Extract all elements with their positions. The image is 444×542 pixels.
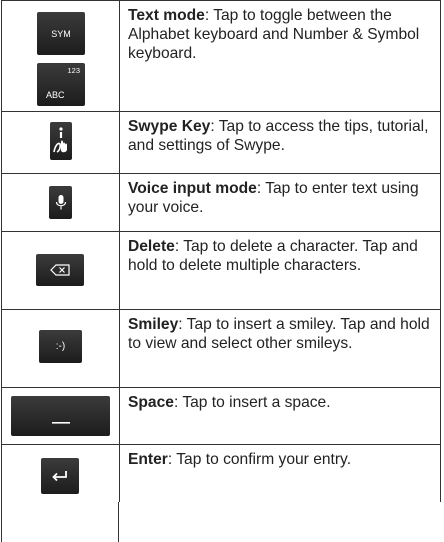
- abc-key-label: ABC: [46, 90, 65, 100]
- table-row-swype-key: Swype Key: Tap to access the tips, tutor…: [1, 111, 441, 174]
- abc-key-sub-label: 123: [67, 66, 80, 75]
- table-row-text-mode: SYM 123 ABC Text mode: Tap to toggle bet…: [1, 0, 441, 112]
- table-row-smiley: :-) Smiley: Tap to insert a smiley. Tap …: [1, 309, 441, 388]
- row-description: : Tap to insert a space.: [173, 394, 331, 411]
- row-title: Space: [128, 394, 174, 411]
- abc-key: 123 ABC: [37, 63, 85, 106]
- text-cell: Smiley: Tap to insert a smiley. Tap and …: [119, 309, 441, 388]
- sym-key-label: SYM: [51, 28, 71, 39]
- sym-key: SYM: [37, 12, 85, 55]
- row-title: Delete: [128, 238, 175, 255]
- text-cell: Delete: Tap to delete a character. Tap a…: [119, 231, 441, 310]
- text-cell: Swype Key: Tap to access the tips, tutor…: [119, 111, 441, 174]
- table-row-enter: Enter: Tap to confirm your entry.: [1, 444, 441, 502]
- spacebar-icon: [11, 396, 110, 436]
- row-description: : Tap to confirm your entry.: [167, 451, 352, 468]
- text-cell: Space: Tap to insert a space.: [119, 387, 441, 445]
- backspace-icon: [36, 254, 84, 286]
- table-row-voice-input: Voice input mode: Tap to enter text usin…: [1, 173, 441, 232]
- icon-cell: SYM 123 ABC: [1, 0, 120, 112]
- table-continuation: [1, 501, 119, 542]
- row-title: Enter: [128, 451, 168, 468]
- row-title: Voice input mode: [128, 180, 257, 197]
- table-row-space: Space: Tap to insert a space.: [1, 387, 441, 445]
- text-cell: Voice input mode: Tap to enter text usin…: [119, 173, 441, 232]
- row-title: Swype Key: [128, 118, 211, 135]
- text-cell: Enter: Tap to confirm your entry.: [119, 444, 441, 502]
- icon-cell: [1, 173, 120, 232]
- icon-cell: :-): [1, 309, 120, 388]
- icon-cell: [1, 387, 120, 445]
- row-title: Smiley: [128, 316, 179, 333]
- icon-cell: [1, 231, 120, 310]
- smiley-key-label: :-): [55, 341, 66, 352]
- enter-arrow-icon: [41, 458, 79, 494]
- smiley-key: :-): [39, 330, 82, 363]
- swype-info-icon: [50, 122, 72, 160]
- text-cell: Text mode: Tap to toggle between the Alp…: [119, 0, 441, 112]
- table-row-delete: Delete: Tap to delete a character. Tap a…: [1, 231, 441, 310]
- microphone-icon: [49, 186, 72, 219]
- icon-cell: [1, 111, 120, 174]
- icon-cell: [1, 444, 120, 502]
- key-reference-table: SYM 123 ABC Text mode: Tap to toggle bet…: [1, 0, 441, 502]
- row-title: Text mode: [128, 7, 205, 24]
